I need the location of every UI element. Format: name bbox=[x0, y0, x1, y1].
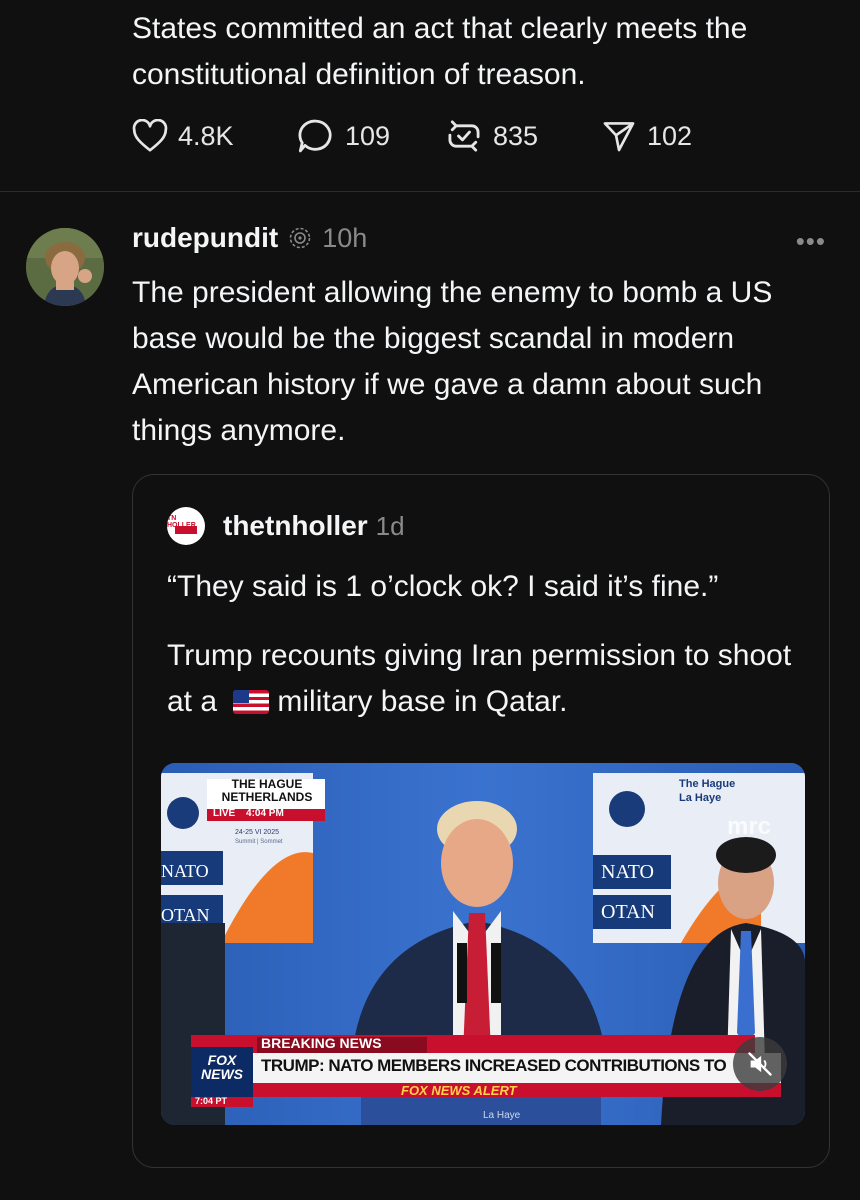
reply-button[interactable]: 109 bbox=[297, 118, 445, 154]
comment-icon bbox=[298, 119, 332, 153]
live-label: LIVE 4:04 PM bbox=[213, 808, 284, 819]
like-button[interactable]: 4.8K bbox=[132, 119, 297, 153]
post-text: The president allowing the enemy to bomb… bbox=[132, 276, 773, 447]
clock-text: 4:04 PM bbox=[246, 808, 284, 819]
live-text: LIVE bbox=[213, 808, 236, 819]
post-divider bbox=[0, 191, 860, 192]
network-line-1: FOX bbox=[207, 1052, 237, 1068]
right-location-line-1: The Hague bbox=[679, 778, 736, 790]
reply-count: 109 bbox=[345, 120, 391, 151]
heart-icon bbox=[132, 119, 168, 152]
share-count: 102 bbox=[647, 120, 693, 151]
summit-sub: Summit | Sommet bbox=[235, 839, 283, 845]
location-label: THE HAGUE NETHERLANDS bbox=[211, 778, 323, 804]
repost-count: 835 bbox=[493, 120, 539, 151]
quoted-post[interactable]: TN HOLLER thetnholler 1d “They said is 1… bbox=[132, 474, 830, 1168]
previous-post-actions: 4.8K 109 835 102 bbox=[132, 118, 692, 154]
like-count: 4.8K bbox=[178, 120, 234, 151]
post-time: 10h bbox=[322, 222, 368, 253]
network-line-2: NEWS bbox=[201, 1066, 243, 1082]
repost-button[interactable]: 835 bbox=[445, 118, 601, 154]
summit-date: 24-25 VI 2025 bbox=[235, 829, 279, 836]
quoted-time: 1d bbox=[375, 510, 405, 541]
share-button[interactable]: 102 bbox=[601, 119, 692, 153]
video-player[interactable]: THE HAGUE NETHERLANDS LIVE 4:04 PM 24-25… bbox=[161, 763, 805, 1125]
quoted-quote-text: “They said is 1 o’clock ok? I said it’s … bbox=[167, 570, 719, 603]
quoted-text-after: military base in Qatar. bbox=[277, 685, 568, 718]
username[interactable]: rudepundit bbox=[132, 222, 278, 254]
previous-post-text: States committed an act that clearly mee… bbox=[132, 12, 748, 91]
more-options-icon[interactable]: ••• bbox=[796, 226, 826, 257]
avatar[interactable] bbox=[26, 228, 104, 306]
quoted-header: TN HOLLER thetnholler 1d bbox=[167, 507, 405, 545]
tennessee-flag-icon bbox=[175, 526, 197, 534]
breaking-news-label: BREAKING NEWS bbox=[261, 1035, 382, 1051]
otan-right: OTAN bbox=[601, 901, 655, 923]
right-location: The Hague La Haye bbox=[679, 777, 735, 805]
send-icon bbox=[603, 122, 635, 152]
mute-button[interactable] bbox=[733, 1037, 787, 1091]
threads-fediverse-icon bbox=[289, 227, 311, 249]
us-flag-emoji-icon bbox=[233, 690, 270, 714]
location-line-2: NETHERLANDS bbox=[221, 790, 313, 804]
watermark: mrc bbox=[727, 813, 772, 840]
fox-news-alert: FOX NEWS ALERT bbox=[401, 1083, 517, 1098]
right-location-line-2: La Haye bbox=[679, 792, 722, 804]
otan-left: OTAN bbox=[161, 905, 210, 925]
quoted-body-text: Trump recounts giving Iran permission to… bbox=[167, 633, 807, 725]
repost-icon bbox=[448, 120, 480, 152]
nato-right: NATO bbox=[601, 861, 654, 883]
nato-left: NATO bbox=[161, 861, 209, 881]
user-photo-icon bbox=[26, 228, 104, 306]
quoted-username[interactable]: thetnholler bbox=[223, 510, 368, 542]
headline-ticker: TRUMP: NATO MEMBERS INCREASED CONTRIBUTI… bbox=[261, 1056, 727, 1075]
network-time: 7:04 PT bbox=[195, 1096, 228, 1106]
bottom-sign: La Haye bbox=[483, 1110, 521, 1121]
quoted-avatar[interactable]: TN HOLLER bbox=[167, 507, 205, 545]
speaker-muted-icon bbox=[748, 1052, 772, 1076]
fox-news-logo: FOX NEWS bbox=[193, 1053, 251, 1081]
post-header: rudepundit 10h bbox=[132, 222, 367, 254]
